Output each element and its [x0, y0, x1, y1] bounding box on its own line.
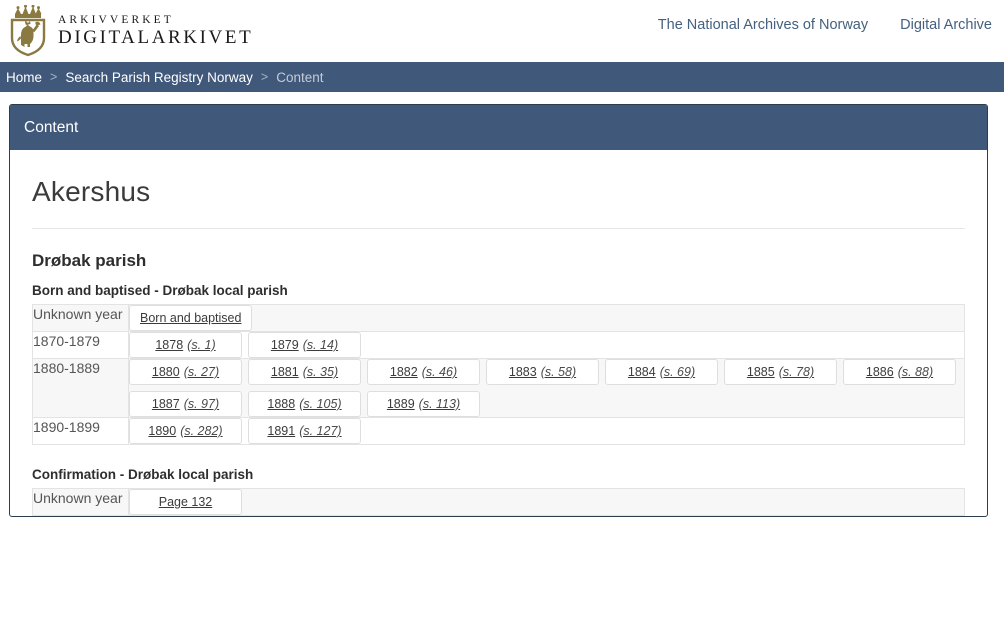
page-link-page-number: (s. 1)	[187, 338, 216, 352]
panel-title: Content	[24, 118, 79, 136]
page-link-button[interactable]: 1886 (s. 88)	[843, 359, 956, 385]
page-link-page-number: (s. 88)	[897, 365, 934, 379]
panel-body: Akershus Drøbak parish Born and baptised…	[10, 150, 987, 516]
nav-link-national-archives[interactable]: The National Archives of Norway	[658, 17, 868, 33]
header-nav: The National Archives of Norway Digital …	[658, 17, 992, 33]
record-section: Born and baptised - Drøbak local parish U…	[32, 283, 965, 445]
page-link-label: 1885	[746, 365, 775, 379]
page-links-cell: 1880 (s. 27) 1881 (s. 35) 1882 (s. 46) 1883 (s.…	[128, 358, 965, 418]
page-link-button[interactable]: 1888 (s. 105)	[248, 391, 361, 417]
norway-coat-of-arms-icon	[10, 5, 46, 57]
page-link-label: 1891	[267, 424, 296, 438]
page-links-row: 1880 (s. 27) 1881 (s. 35) 1882 (s. 46) 1883 (s.…	[129, 359, 964, 417]
page-link-button[interactable]: 1879 (s. 14)	[248, 332, 361, 358]
page-link-label: 1879	[270, 338, 299, 352]
page-links-row: Born and baptised	[129, 305, 964, 331]
breadcrumb-item-search-parish-registry[interactable]: Search Parish Registry Norway	[65, 70, 253, 85]
records-table: Unknown year Page 132	[32, 488, 965, 516]
page-link-button[interactable]: 1887 (s. 97)	[129, 391, 242, 417]
page-link-page-number: (s. 35)	[302, 365, 339, 379]
page-link-page-number: (s. 127)	[299, 424, 342, 438]
page-link-button[interactable]: 1891 (s. 127)	[248, 418, 361, 444]
breadcrumb-item-content: Content	[276, 69, 324, 85]
page-title: Akershus	[32, 176, 151, 207]
page-link-button[interactable]: 1885 (s. 78)	[724, 359, 837, 385]
page-link-page-number: (s. 14)	[302, 338, 339, 352]
year-range-cell: 1880-1889	[32, 358, 129, 418]
page-link-button[interactable]: 1889 (s. 113)	[367, 391, 480, 417]
nav-link-digital-archive[interactable]: Digital Archive	[900, 17, 992, 33]
page-link-page-number: (s. 113)	[418, 397, 461, 411]
page-links-cell: Born and baptised	[129, 305, 965, 332]
year-range-cell: Unknown year	[32, 304, 129, 332]
page-link-button[interactable]: 1881 (s. 35)	[248, 359, 361, 385]
page-link-button[interactable]: Born and baptised	[129, 305, 253, 331]
page-link-label: Page 132	[158, 495, 213, 509]
table-row: 1890-1899 1890 (s. 282) 1891 (s. 127)	[32, 417, 965, 445]
record-section: Confirmation - Drøbak local parish Unknow…	[32, 467, 965, 516]
page-link-label: Born and baptised	[140, 311, 242, 325]
year-range-cell: 1890-1899	[32, 417, 129, 445]
page-links-cell: 1890 (s. 282) 1891 (s. 127)	[128, 417, 965, 445]
panel-header: Content	[10, 105, 987, 150]
page-link-button[interactable]: 1882 (s. 46)	[367, 359, 480, 385]
section-title: Confirmation - Drøbak local parish	[32, 467, 254, 482]
page-wrap: Content Akershus Drøbak parish Born and …	[0, 92, 1004, 517]
page-link-label: 1886	[865, 365, 894, 379]
page-link-label: 1887	[151, 397, 180, 411]
page-link-page-number: (s. 69)	[659, 365, 696, 379]
page-link-label: 1890	[148, 424, 177, 438]
table-row: 1870-1879 1878 (s. 1) 1879 (s. 14)	[32, 331, 965, 359]
site-logo[interactable]: ARKIVVERKET DIGITALARKIVET	[0, 5, 253, 57]
breadcrumb-item-home[interactable]: Home	[6, 70, 42, 85]
parish-title: Drøbak parish	[32, 251, 147, 270]
page-link-page-number: (s. 27)	[183, 365, 220, 379]
page-link-page-number: (s. 46)	[421, 365, 458, 379]
page-link-button[interactable]: 1878 (s. 1)	[129, 332, 242, 358]
breadcrumb: Home > Search Parish Registry Norway > C…	[0, 62, 1004, 92]
brand-line-arkivverket: ARKIVVERKET	[58, 14, 174, 26]
table-row: Unknown year Born and baptised	[32, 304, 965, 332]
page-link-page-number: (s. 97)	[183, 397, 220, 411]
records-table: Unknown year Born and baptised 1870-1879 18…	[32, 304, 965, 445]
page-link-button[interactable]: 1884 (s. 69)	[605, 359, 718, 385]
brand-text: ARKIVVERKET DIGITALARKIVET	[58, 14, 253, 48]
page-links-cell: Page 132	[129, 489, 965, 516]
page-link-button[interactable]: 1883 (s. 58)	[486, 359, 599, 385]
page-link-page-number: (s. 282)	[180, 424, 223, 438]
page-link-page-number: (s. 105)	[299, 397, 342, 411]
page-link-label: 1882	[389, 365, 418, 379]
page-link-button[interactable]: 1890 (s. 282)	[129, 418, 242, 444]
page-link-page-number: (s. 78)	[778, 365, 815, 379]
page-links-row: 1878 (s. 1) 1879 (s. 14)	[129, 332, 964, 358]
title-divider	[32, 228, 965, 229]
page-link-label: 1881	[270, 365, 299, 379]
page-link-button[interactable]: Page 132	[129, 489, 242, 515]
page-link-label: 1880	[151, 365, 180, 379]
brand-line-digitalarkivet: DIGITALARKIVET	[58, 27, 254, 49]
page-link-label: 1889	[386, 397, 415, 411]
table-row: Unknown year Page 132	[32, 488, 965, 516]
breadcrumb-separator-2: >	[260, 70, 269, 84]
year-range-cell: 1870-1879	[32, 331, 129, 359]
page-links-row: 1890 (s. 282) 1891 (s. 127)	[129, 418, 964, 444]
page-link-page-number: (s. 58)	[540, 365, 577, 379]
page-link-label: 1883	[508, 365, 537, 379]
table-row: 1880-1889 1880 (s. 27) 1881 (s. 35) 1882 (s. 4…	[32, 358, 965, 418]
year-range-cell: Unknown year	[32, 488, 129, 516]
page-link-label: 1888	[267, 397, 296, 411]
site-header: ARKIVVERKET DIGITALARKIVET The National …	[0, 0, 1004, 62]
page-link-label: 1884	[627, 365, 656, 379]
page-links-row: Page 132	[129, 489, 964, 515]
sections-container: Born and baptised - Drøbak local parish U…	[32, 283, 965, 516]
page-link-button[interactable]: 1880 (s. 27)	[129, 359, 242, 385]
breadcrumb-separator-1: >	[50, 70, 58, 84]
content-panel: Content Akershus Drøbak parish Born and …	[9, 104, 988, 517]
section-title: Born and baptised - Drøbak local parish	[32, 283, 288, 298]
page-links-cell: 1878 (s. 1) 1879 (s. 14)	[128, 331, 965, 359]
page-link-label: 1878	[155, 338, 184, 352]
